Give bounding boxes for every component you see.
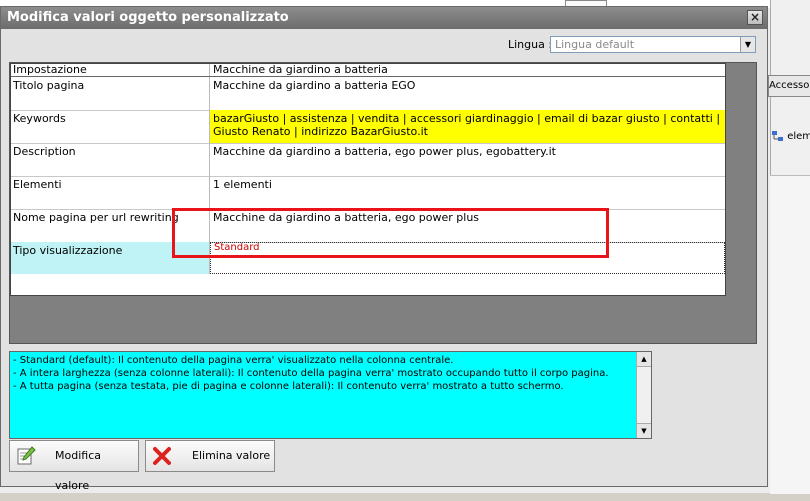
grid-cell-name: Titolo pagina (11, 77, 210, 110)
grid-cell-name: Description (11, 143, 210, 176)
help-line: - Standard (default): Il contenuto della… (13, 355, 454, 366)
help-line: - A intera larghezza (senza colonne late… (13, 368, 609, 379)
properties-grid-panel: Impostazione Macchine da giardino a batt… (9, 62, 757, 344)
grid-cell-name: Keywords (11, 110, 210, 143)
elimina-valore-label: Elimina valore (192, 449, 271, 462)
grid-cell-value[interactable]: Macchine da giardino a batteria, ego pow… (210, 143, 725, 176)
properties-grid[interactable]: Impostazione Macchine da giardino a batt… (10, 63, 726, 296)
language-label: Lingua : (508, 38, 553, 51)
dialog-title: Modifica valori oggetto personalizzato (7, 10, 289, 25)
close-button[interactable]: × (747, 10, 763, 25)
background-right-lower (770, 175, 810, 494)
help-line: - A tutta pagina (senza testata, pie di … (13, 381, 564, 392)
delete-x-icon (152, 446, 172, 466)
grid-row-description[interactable]: Description Macchine da giardino a batte… (11, 143, 725, 177)
tree-node-icon (772, 130, 784, 142)
description-scrollbar[interactable]: ▲ ▼ (636, 352, 651, 438)
grid-header-col1: Impostazione (11, 64, 210, 76)
grid-row-elementi[interactable]: Elementi 1 elementi (11, 176, 725, 210)
language-select-value: Lingua default (555, 38, 635, 51)
grid-cell-name: Elementi (11, 176, 210, 209)
dialog-window: Modifica valori oggetto personalizzato ×… (0, 6, 768, 492)
background-tab-accessori[interactable]: Accessor (768, 75, 810, 97)
background-tree-item[interactable]: elem (772, 128, 810, 146)
language-select[interactable]: Lingua default ▼ (550, 36, 756, 53)
edit-icon (16, 446, 36, 466)
grid-row-keywords[interactable]: Keywords bazarGiusto | assistenza | vend… (11, 110, 725, 144)
modifica-valore-button[interactable]: Modifica valore (9, 440, 139, 492)
help-description-box[interactable]: - Standard (default): Il contenuto della… (9, 351, 652, 439)
elimina-valore-button[interactable]: Elimina valore (145, 440, 275, 472)
grid-cell-value[interactable]: bazarGiusto | assistenza | vendita | acc… (210, 110, 725, 143)
modifica-valore-label: Modifica valore (55, 449, 101, 492)
grid-row-titolo[interactable]: Titolo pagina Macchine da giardino a bat… (11, 77, 725, 111)
close-icon: × (749, 10, 761, 24)
chevron-down-icon[interactable]: ▼ (740, 37, 755, 52)
grid-cell-value[interactable]: Macchine da giardino a batteria EGO (210, 77, 725, 110)
grid-header-col2: Macchine da giardino a batteria (213, 64, 388, 76)
annotation-highlight-box (172, 208, 609, 258)
scroll-up-icon[interactable]: ▲ (637, 352, 651, 367)
grid-header: Impostazione Macchine da giardino a batt… (11, 64, 725, 77)
grid-cell-value[interactable]: 1 elementi (210, 176, 725, 209)
tree-item-label: elem (787, 131, 810, 142)
scroll-down-icon[interactable]: ▼ (637, 423, 651, 438)
dialog-titlebar[interactable]: Modifica valori oggetto personalizzato × (1, 7, 767, 29)
